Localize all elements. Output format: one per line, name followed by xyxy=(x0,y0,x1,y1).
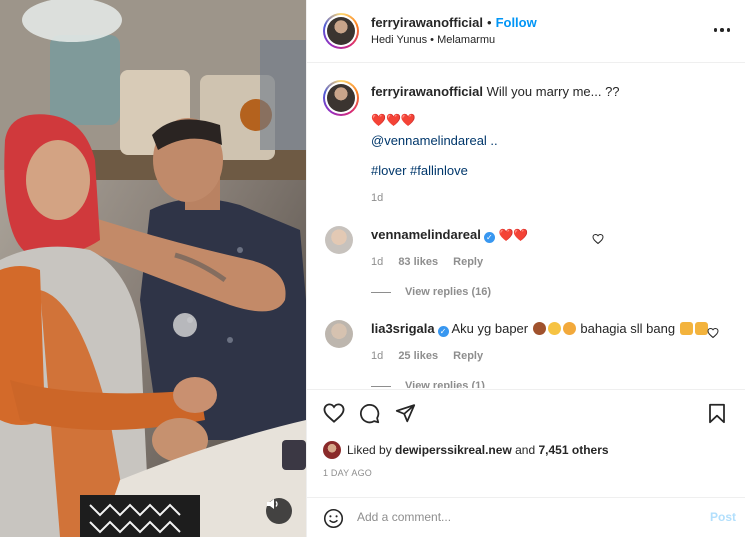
comment-icon[interactable] xyxy=(359,403,380,424)
caption-text: Will you marry me... ?? xyxy=(486,84,620,99)
subline-separator: • xyxy=(430,34,434,46)
post-photo xyxy=(0,0,306,537)
view-replies-label: View replies (1) xyxy=(405,380,485,388)
liked-by-user[interactable]: dewiperssikreal.new xyxy=(395,443,512,457)
more-options-button[interactable] xyxy=(712,22,732,38)
comment-age[interactable]: 1d xyxy=(371,256,383,268)
commenter-avatar[interactable] xyxy=(325,320,353,348)
comment-line: vennamelindareal ✓ ❤️❤️ xyxy=(371,226,528,244)
comment-line: lia3srigala ✓ Aku yg baper bahagia sll ba… xyxy=(371,320,709,337)
volume-icon xyxy=(267,499,278,509)
view-replies-button[interactable]: View replies (16) xyxy=(371,286,491,298)
post-subline: Hedi Yunus • Melamarmu xyxy=(371,34,495,46)
verified-badge-icon: ✓ xyxy=(437,326,449,337)
author-line: ferryirawanofficial • Follow xyxy=(371,15,537,30)
liked-by-and: and xyxy=(515,443,536,457)
liked-by: Liked by dewiperssikreal.new and 7,451 o… xyxy=(323,441,609,459)
post-actions: Liked by dewiperssikreal.new and 7,451 o… xyxy=(307,389,745,537)
pray-emoji-icon xyxy=(694,322,708,335)
comment-reply-button[interactable]: Reply xyxy=(453,350,483,362)
bookmark-icon[interactable] xyxy=(708,403,726,424)
mute-button[interactable] xyxy=(266,498,292,524)
comment-like-heart-icon[interactable] xyxy=(592,233,604,245)
heart-eyes-emoji-icon xyxy=(562,322,576,335)
comment-input[interactable] xyxy=(357,510,677,524)
author-avatar[interactable] xyxy=(323,13,359,49)
post-timestamp[interactable]: 1 DAY AGO xyxy=(323,468,372,478)
comment-likes[interactable]: 83 likes xyxy=(398,256,438,268)
author-username[interactable]: ferryirawanofficial xyxy=(371,15,483,30)
follow-button[interactable]: Follow xyxy=(496,15,537,30)
more-options-icon xyxy=(713,28,731,32)
comment-text-start: Aku yg baper xyxy=(451,321,529,336)
post-side-panel: ferryirawanofficial • Follow Hedi Yunus • … xyxy=(306,0,745,537)
heart-icon[interactable] xyxy=(323,403,345,423)
comments-area[interactable]: ferryirawanofficial Will you marry me...… xyxy=(307,64,745,388)
follow-separator: • xyxy=(487,15,492,30)
caption-line: ferryirawanofficial Will you marry me...… xyxy=(371,83,620,100)
monkey-emoji-icon xyxy=(532,322,546,335)
likes-count[interactable]: 7,451 others xyxy=(539,443,609,457)
view-replies-label: View replies (16) xyxy=(405,286,492,298)
comment-meta: 1d 25 likes Reply xyxy=(371,350,483,362)
comment-age[interactable]: 1d xyxy=(371,350,383,362)
post-comment-button[interactable]: Post xyxy=(710,510,736,524)
caption-age[interactable]: 1d xyxy=(371,192,383,204)
comment-username[interactable]: vennamelindareal xyxy=(371,227,481,242)
commenter-avatar[interactable] xyxy=(325,226,353,254)
caption-username[interactable]: ferryirawanofficial xyxy=(371,84,483,99)
view-replies-button[interactable]: View replies (1) xyxy=(371,380,485,388)
liked-by-avatar[interactable] xyxy=(323,441,341,459)
instagram-post: ferryirawanofficial • Follow Hedi Yunus • … xyxy=(0,0,745,537)
post-media[interactable] xyxy=(0,0,306,537)
comment-likes[interactable]: 25 likes xyxy=(398,350,438,362)
add-comment-bar: Post xyxy=(307,497,745,537)
comment-like-heart-icon[interactable] xyxy=(707,327,719,339)
comment-username[interactable]: lia3srigala xyxy=(371,321,435,336)
share-icon[interactable] xyxy=(395,403,416,423)
pray-emoji-icon xyxy=(679,322,693,335)
caption-hashtags[interactable]: #lover #fallinlove xyxy=(371,162,468,179)
emoji-icon[interactable] xyxy=(323,508,344,529)
caption-mention[interactable]: @vennamelindareal .. xyxy=(371,132,498,149)
post-header: ferryirawanofficial • Follow Hedi Yunus • … xyxy=(307,0,745,63)
audio-name[interactable]: Melamarmu xyxy=(437,34,495,46)
comment-meta: 1d 83 likes Reply xyxy=(371,256,483,268)
comment-text: ❤️❤️ xyxy=(498,228,529,242)
verified-badge-icon: ✓ xyxy=(483,232,495,243)
comment-reply-button[interactable]: Reply xyxy=(453,256,483,268)
caption-hearts: ❤️❤️❤️ xyxy=(371,113,416,127)
caption-avatar[interactable] xyxy=(323,80,359,116)
comment-text-end: bahagia sll bang xyxy=(580,321,676,336)
liked-by-prefix: Liked by xyxy=(347,443,392,457)
tagged-user[interactable]: Hedi Yunus xyxy=(371,34,427,46)
grin-emoji-icon xyxy=(547,322,561,335)
